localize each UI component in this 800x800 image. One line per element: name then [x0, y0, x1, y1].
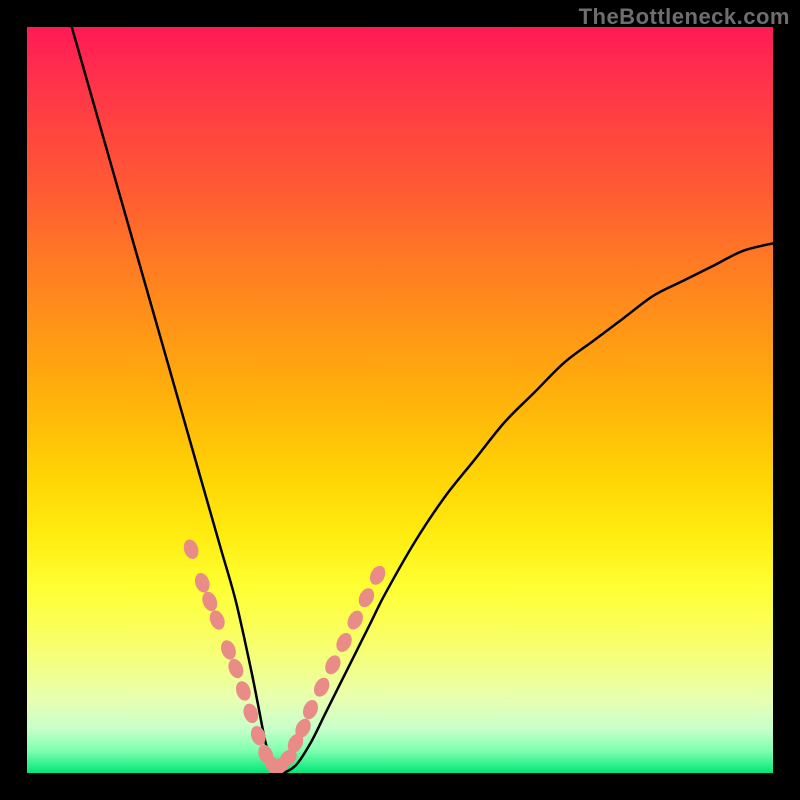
plot-area: [27, 27, 773, 773]
bottleneck-curve: [72, 27, 773, 773]
watermark-text: TheBottleneck.com: [579, 4, 790, 30]
chart-svg: [27, 27, 773, 773]
chart-frame: TheBottleneck.com: [0, 0, 800, 800]
